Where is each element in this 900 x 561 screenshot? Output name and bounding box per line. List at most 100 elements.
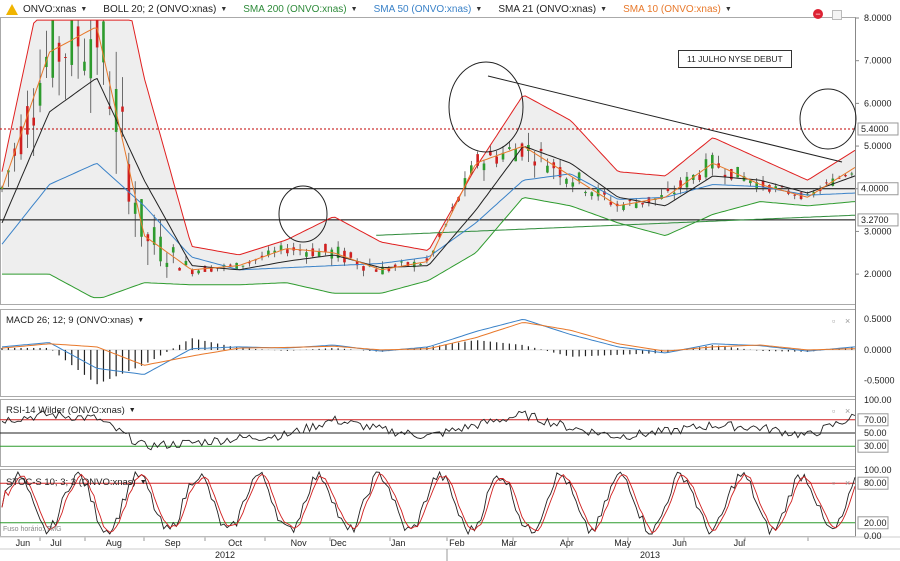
month-tick-label: Feb — [449, 538, 465, 548]
year-label: 2012 — [215, 550, 235, 560]
candle-body — [546, 165, 549, 173]
dropdown-arrow-icon: ▼ — [137, 317, 145, 324]
macd-panel-title[interactable]: MACD 26; 12; 9 (ONVO:xnas) ▼ — [6, 315, 144, 326]
rsi-tick-label: 50.00 — [864, 428, 887, 438]
indicator-sma200[interactable]: SMA 200 (ONVO:xnas) ▼ — [243, 4, 357, 15]
candle-body — [565, 178, 568, 184]
price-tick-label: 8.0000 — [864, 13, 892, 23]
panel-title-label: RSI-14 Wilder (ONVO:xnas) — [6, 405, 125, 416]
candle-body — [577, 172, 581, 181]
indicator-label: SMA 10 (ONVO:xnas) — [623, 3, 721, 15]
year-label: 2013 — [640, 550, 660, 560]
dropdown-arrow-icon: ▼ — [724, 5, 732, 13]
indicator-sma21[interactable]: SMA 21 (ONVO:xnas) ▼ — [498, 4, 607, 15]
close-icon[interactable]: − — [813, 9, 823, 19]
candle-body — [38, 82, 42, 106]
stoc-tick-label: 80.00 — [864, 478, 887, 488]
panel-close-icon[interactable]: × — [845, 406, 850, 416]
month-tick-label: Aug — [106, 538, 122, 548]
month-tick-label: Dec — [330, 538, 347, 548]
panel-close-icon[interactable]: × — [845, 316, 850, 326]
panel-close-icon[interactable]: × — [845, 478, 850, 488]
month-tick-label: Jul — [50, 538, 62, 548]
indicator-sma10[interactable]: SMA 10 (ONVO:xnas) ▼ — [623, 4, 732, 15]
candle-body — [419, 263, 422, 265]
month-tick-label: Mar — [501, 538, 517, 548]
candle-body — [495, 156, 498, 164]
candle-body — [51, 20, 55, 78]
warning-icon — [6, 3, 18, 15]
maximize-icon[interactable] — [832, 10, 842, 20]
dropdown-arrow-icon: ▼ — [350, 5, 358, 13]
chart-header: ONVO:xnas ▼ BOLL 20; 2 (ONVO:xnas) ▼ SMA 2… — [0, 0, 748, 18]
indicator-label: SMA 200 (ONVO:xnas) — [243, 3, 347, 15]
macd-tick-label: 0.5000 — [864, 314, 892, 324]
candle-body — [190, 269, 194, 275]
price-tick-label: 6.0000 — [864, 98, 892, 108]
candle-body — [400, 261, 403, 263]
candle-body — [672, 192, 676, 195]
month-tick-label: Jan — [391, 538, 406, 548]
candle-body — [628, 199, 632, 202]
panel-maximize-icon[interactable]: ▫ — [832, 406, 835, 416]
indicator-boll[interactable]: BOLL 20; 2 (ONVO:xnas) ▼ — [103, 4, 227, 15]
candle-body — [286, 249, 289, 254]
candle-body — [121, 106, 124, 112]
candle-body — [89, 39, 93, 79]
price-tick-label: 3.0000 — [864, 226, 892, 236]
stoc-panel-title[interactable]: STOC-S 10; 3; 3 (ONVO:xnas) ▼ — [6, 477, 147, 488]
panel-maximize-icon[interactable]: ▫ — [832, 478, 835, 488]
rsi-tick-label: 100.00 — [864, 395, 892, 405]
month-tick-label: Nov — [291, 538, 308, 548]
candle-body — [229, 264, 232, 266]
macd-tick-label: -0.5000 — [864, 376, 895, 386]
candle-body — [178, 267, 181, 271]
month-tick-label: Jun — [672, 538, 687, 548]
candle-body — [571, 182, 575, 187]
candle-body — [736, 166, 739, 178]
indicator-label: SMA 50 (ONVO:xnas) — [373, 3, 472, 15]
price-label-value: 4.0000 — [861, 184, 889, 194]
candle-body — [159, 236, 162, 262]
candle-body — [520, 143, 524, 157]
candle-body — [241, 265, 245, 267]
stoc-tick-label: 0.00 — [864, 531, 882, 541]
candle-body — [165, 262, 169, 267]
candle-body — [133, 202, 137, 214]
panel-title-label: MACD 26; 12; 9 (ONVO:xnas) — [6, 315, 134, 326]
candle-body — [641, 202, 644, 205]
dropdown-arrow-icon: ▼ — [128, 407, 136, 414]
candle-body — [32, 117, 36, 126]
macd-tick-label: 0.0000 — [864, 345, 892, 355]
price-tick-label: 2.0000 — [864, 269, 892, 279]
candle-body — [539, 148, 543, 152]
symbol-selector[interactable]: ONVO:xnas ▼ — [23, 4, 87, 15]
indicator-sma50[interactable]: SMA 50 (ONVO:xnas) ▼ — [374, 4, 483, 15]
dropdown-arrow-icon: ▼ — [475, 5, 483, 13]
rsi-tick-label: 70.00 — [864, 415, 887, 425]
candle-body — [171, 247, 175, 253]
rsi-panel-title[interactable]: RSI-14 Wilder (ONVO:xnas) ▼ — [6, 405, 136, 416]
timezone-label: Fuso horário: TMG — [3, 526, 62, 533]
indicator-label: SMA 21 (ONVO:xnas) — [498, 3, 597, 15]
month-tick-label: Jun — [16, 538, 31, 548]
candle-body — [197, 270, 200, 274]
candle-body — [57, 42, 61, 62]
price-tick-label: 5.0000 — [864, 141, 892, 151]
month-tick-label: Sep — [165, 538, 181, 548]
candle-body — [622, 204, 625, 210]
candle-body — [305, 252, 308, 257]
candle-body — [83, 61, 86, 71]
candle-body — [330, 249, 334, 259]
candle-body — [666, 188, 670, 191]
indicator-label: BOLL 20; 2 (ONVO:xnas) — [103, 3, 217, 15]
candle-body — [793, 194, 797, 196]
candle-body — [70, 20, 74, 65]
candle-body — [844, 175, 847, 177]
month-tick-label: Oct — [228, 538, 243, 548]
annotation-note: 11 JULHO NYSE DEBUT — [678, 50, 792, 68]
dropdown-arrow-icon: ▼ — [600, 5, 608, 13]
month-tick-label: Apr — [560, 538, 574, 548]
panel-maximize-icon[interactable]: ▫ — [832, 316, 835, 326]
candle-body — [584, 191, 587, 194]
